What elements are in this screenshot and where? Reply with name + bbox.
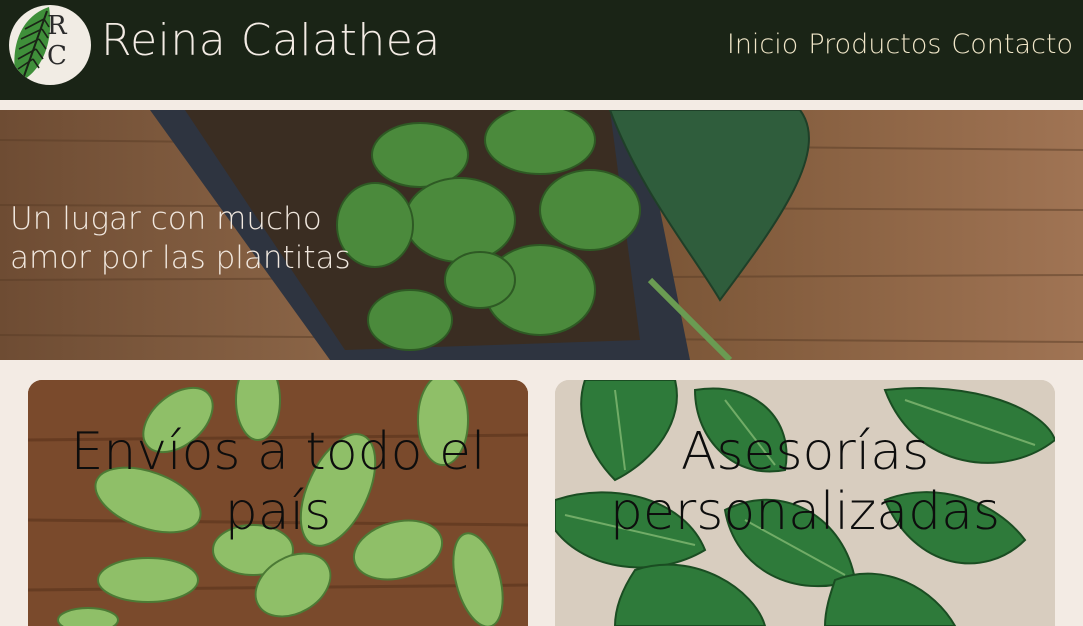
- main-nav: Inicio Productos Contacto: [727, 29, 1073, 60]
- card-title: Asesorías personalizadas: [555, 422, 1055, 542]
- card-title-line: Envíos a todo el: [70, 422, 486, 482]
- hero-line: Un lugar con mucho: [10, 201, 322, 237]
- hero-line: amor por las plantitas: [10, 240, 351, 276]
- logo-letter: R: [47, 11, 67, 41]
- nav-link-inicio[interactable]: Inicio: [727, 29, 798, 60]
- nav-link-contacto[interactable]: Contacto: [951, 29, 1073, 60]
- card-envios[interactable]: Envíos a todo el país: [28, 380, 528, 626]
- card-title-line: país: [224, 482, 332, 542]
- card-title-line: personalizadas: [609, 482, 1001, 542]
- nav-link-productos[interactable]: Productos: [808, 29, 941, 60]
- logo-monogram: R C: [47, 11, 87, 71]
- brand-name[interactable]: Reina Calathea: [101, 15, 441, 66]
- logo-letter: C: [47, 41, 67, 71]
- hero-banner: Un lugar con mucho amor por las plantita…: [0, 110, 1083, 360]
- hero-tagline: Un lugar con mucho amor por las plantita…: [10, 200, 430, 278]
- card-title: Envíos a todo el país: [28, 422, 528, 542]
- card-asesorias[interactable]: Asesorías personalizadas: [555, 380, 1055, 626]
- site-header: R C Reina Calathea Inicio Productos Cont…: [0, 0, 1083, 100]
- logo[interactable]: R C: [9, 5, 91, 85]
- card-title-line: Asesorías: [680, 422, 930, 482]
